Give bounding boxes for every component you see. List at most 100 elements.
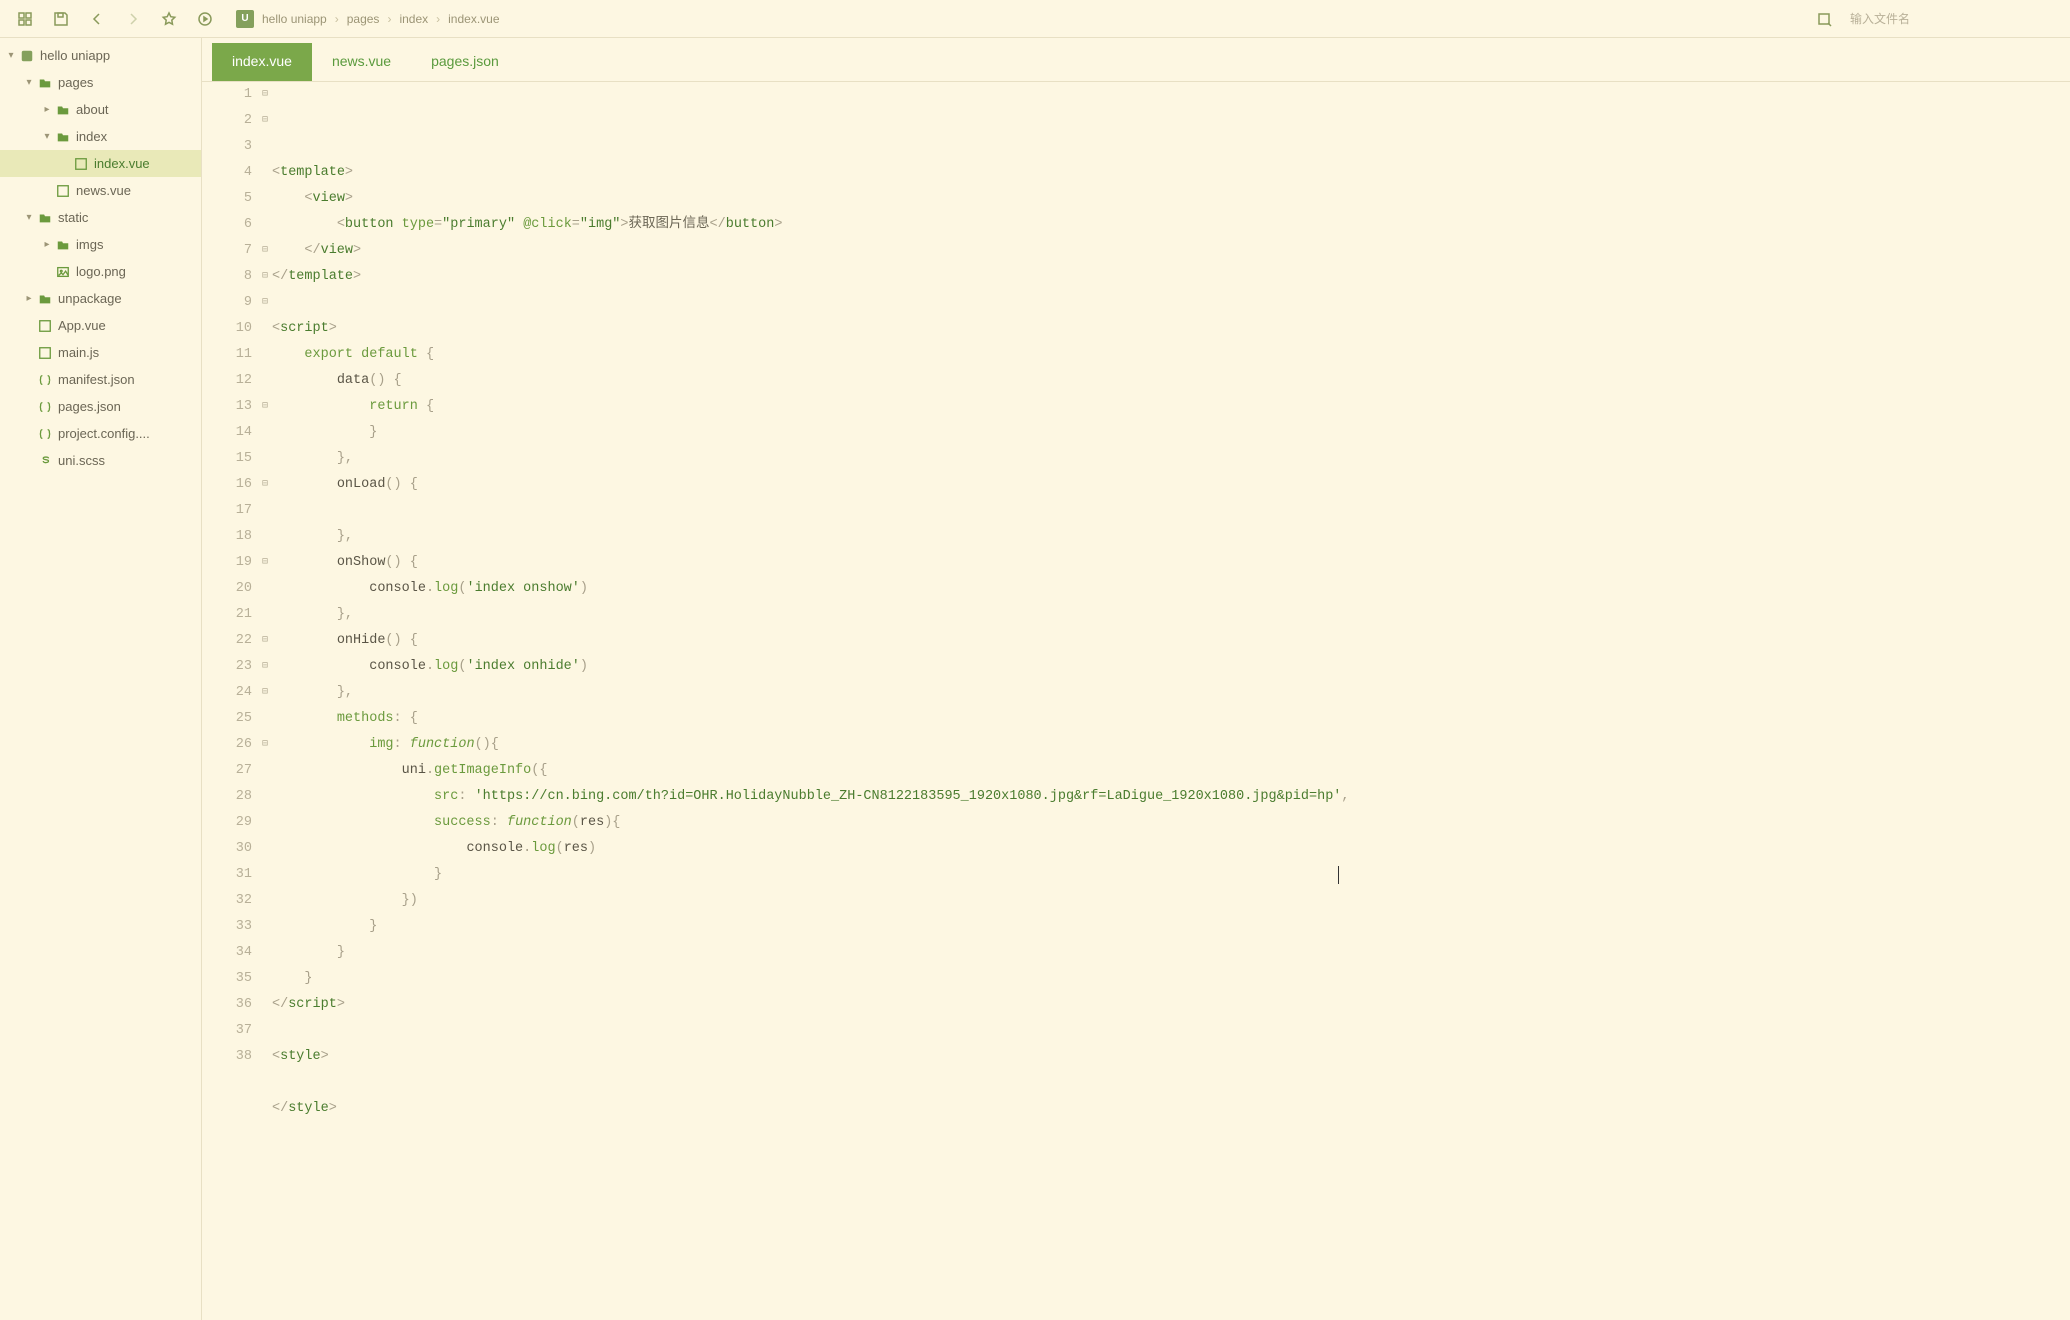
code-line[interactable]: }, <box>272 446 2070 472</box>
breadcrumb-item[interactable]: index <box>399 12 428 26</box>
code-line[interactable]: }) <box>272 888 2070 914</box>
json-icon <box>36 400 54 414</box>
code-line[interactable]: } <box>272 940 2070 966</box>
tree-item-label: uni.scss <box>58 453 105 468</box>
folder-icon <box>36 211 54 225</box>
tree-item-pages[interactable]: ▾ pages <box>0 69 201 96</box>
menu-icon[interactable] <box>8 4 42 34</box>
code-line[interactable]: console.log('index onhide') <box>272 654 2070 680</box>
star-icon[interactable] <box>152 4 186 34</box>
code-line[interactable]: data() { <box>272 368 2070 394</box>
code-line[interactable]: onHide() { <box>272 628 2070 654</box>
tree-item-project-config----[interactable]: project.config.... <box>0 420 201 447</box>
project-icon: U <box>236 10 254 28</box>
code-line[interactable]: }, <box>272 524 2070 550</box>
folder-icon <box>36 292 54 306</box>
code-line[interactable]: <style> <box>272 1044 2070 1070</box>
project-icon <box>18 49 36 63</box>
code-line[interactable]: <script> <box>272 316 2070 342</box>
code-line[interactable]: success: function(res){ <box>272 810 2070 836</box>
tree-item-hello-uniapp[interactable]: ▾ hello uniapp <box>0 42 201 69</box>
code-line[interactable]: </style> <box>272 1096 2070 1122</box>
code-line[interactable]: </template> <box>272 264 2070 290</box>
code-line[interactable] <box>272 290 2070 316</box>
code-line[interactable]: } <box>272 966 2070 992</box>
code-line[interactable]: img: function(){ <box>272 732 2070 758</box>
tree-item-imgs[interactable]: ▸ imgs <box>0 231 201 258</box>
code-line[interactable]: src: 'https://cn.bing.com/th?id=OHR.Holi… <box>272 784 2070 810</box>
forward-icon[interactable] <box>116 4 150 34</box>
code-line[interactable]: <view> <box>272 186 2070 212</box>
tab-index-vue[interactable]: index.vue <box>212 43 312 81</box>
code-line[interactable]: console.log(res) <box>272 836 2070 862</box>
file-tree: ▾ hello uniapp ▾ pages ▸about▾indexindex.vue… <box>0 38 202 1320</box>
code-line[interactable]: }, <box>272 602 2070 628</box>
code-line[interactable]: uni.getImageInfo({ <box>272 758 2070 784</box>
code-line[interactable]: onLoad() { <box>272 472 2070 498</box>
folder-icon <box>36 76 54 90</box>
code-line[interactable]: </view> <box>272 238 2070 264</box>
run-icon[interactable] <box>188 4 222 34</box>
code-line[interactable]: } <box>272 420 2070 446</box>
tree-item-label: static <box>58 210 88 225</box>
vue-icon <box>36 319 54 333</box>
code-line[interactable] <box>272 1018 2070 1044</box>
code-line[interactable] <box>272 1122 2070 1148</box>
code-line[interactable]: } <box>272 862 2070 888</box>
tree-item-label: imgs <box>76 237 103 252</box>
chevron-icon[interactable]: ▾ <box>40 131 54 142</box>
chevron-icon[interactable]: ▾ <box>22 77 36 88</box>
tab-pages-json[interactable]: pages.json <box>411 43 519 81</box>
code-editor[interactable]: 1234567891011121314151617181920212223242… <box>202 82 2070 1320</box>
tree-item-label: pages <box>58 75 93 90</box>
tree-item-index[interactable]: ▾index <box>0 123 201 150</box>
scss-icon <box>36 454 54 468</box>
code-line[interactable]: console.log('index onshow') <box>272 576 2070 602</box>
tree-item-label: unpackage <box>58 291 122 306</box>
tree-item-label: hello uniapp <box>40 48 110 63</box>
tree-item-index-vue[interactable]: index.vue <box>0 150 201 177</box>
search-input[interactable] <box>1850 12 2050 26</box>
tree-item-manifest-json[interactable]: manifest.json <box>0 366 201 393</box>
tree-item-static[interactable]: ▾ static <box>0 204 201 231</box>
text-cursor <box>1338 866 1339 884</box>
chevron-icon[interactable]: ▸ <box>22 293 36 304</box>
tree-item-main-js[interactable]: main.js <box>0 339 201 366</box>
chevron-icon[interactable]: ▾ <box>22 212 36 223</box>
code-line[interactable]: } <box>272 914 2070 940</box>
back-icon[interactable] <box>80 4 114 34</box>
image-icon <box>54 265 72 279</box>
breadcrumb-item[interactable]: index.vue <box>448 12 499 26</box>
search-icon[interactable] <box>1808 4 1842 34</box>
tree-item-uni-scss[interactable]: uni.scss <box>0 447 201 474</box>
save-icon[interactable] <box>44 4 78 34</box>
code-line[interactable]: return { <box>272 394 2070 420</box>
chevron-icon[interactable]: ▸ <box>40 104 54 115</box>
tree-item-logo-png[interactable]: logo.png <box>0 258 201 285</box>
tab-news-vue[interactable]: news.vue <box>312 43 411 81</box>
tree-item-unpackage[interactable]: ▸ unpackage <box>0 285 201 312</box>
code-line[interactable] <box>272 1070 2070 1096</box>
tree-item-pages-json[interactable]: pages.json <box>0 393 201 420</box>
tree-item-label: news.vue <box>76 183 131 198</box>
code-line[interactable]: methods: { <box>272 706 2070 732</box>
chevron-icon[interactable]: ▾ <box>4 50 18 61</box>
tree-item-label: pages.json <box>58 399 121 414</box>
code-line[interactable]: export default { <box>272 342 2070 368</box>
tree-item-news-vue[interactable]: news.vue <box>0 177 201 204</box>
folder-icon <box>54 103 72 117</box>
tree-item-App-vue[interactable]: App.vue <box>0 312 201 339</box>
code-line[interactable]: onShow() { <box>272 550 2070 576</box>
code-line[interactable]: <button type="primary" @click="img">获取图片… <box>272 212 2070 238</box>
code-line[interactable]: </script> <box>272 992 2070 1018</box>
tree-item-label: manifest.json <box>58 372 135 387</box>
breadcrumb-item[interactable]: hello uniapp <box>262 12 327 26</box>
code-line[interactable]: <template> <box>272 160 2070 186</box>
code-line[interactable]: }, <box>272 680 2070 706</box>
tree-item-about[interactable]: ▸about <box>0 96 201 123</box>
chevron-icon[interactable]: ▸ <box>40 239 54 250</box>
breadcrumb-item[interactable]: pages <box>347 12 380 26</box>
folder-icon <box>54 238 72 252</box>
code-line[interactable] <box>272 498 2070 524</box>
vue-icon <box>72 157 90 171</box>
